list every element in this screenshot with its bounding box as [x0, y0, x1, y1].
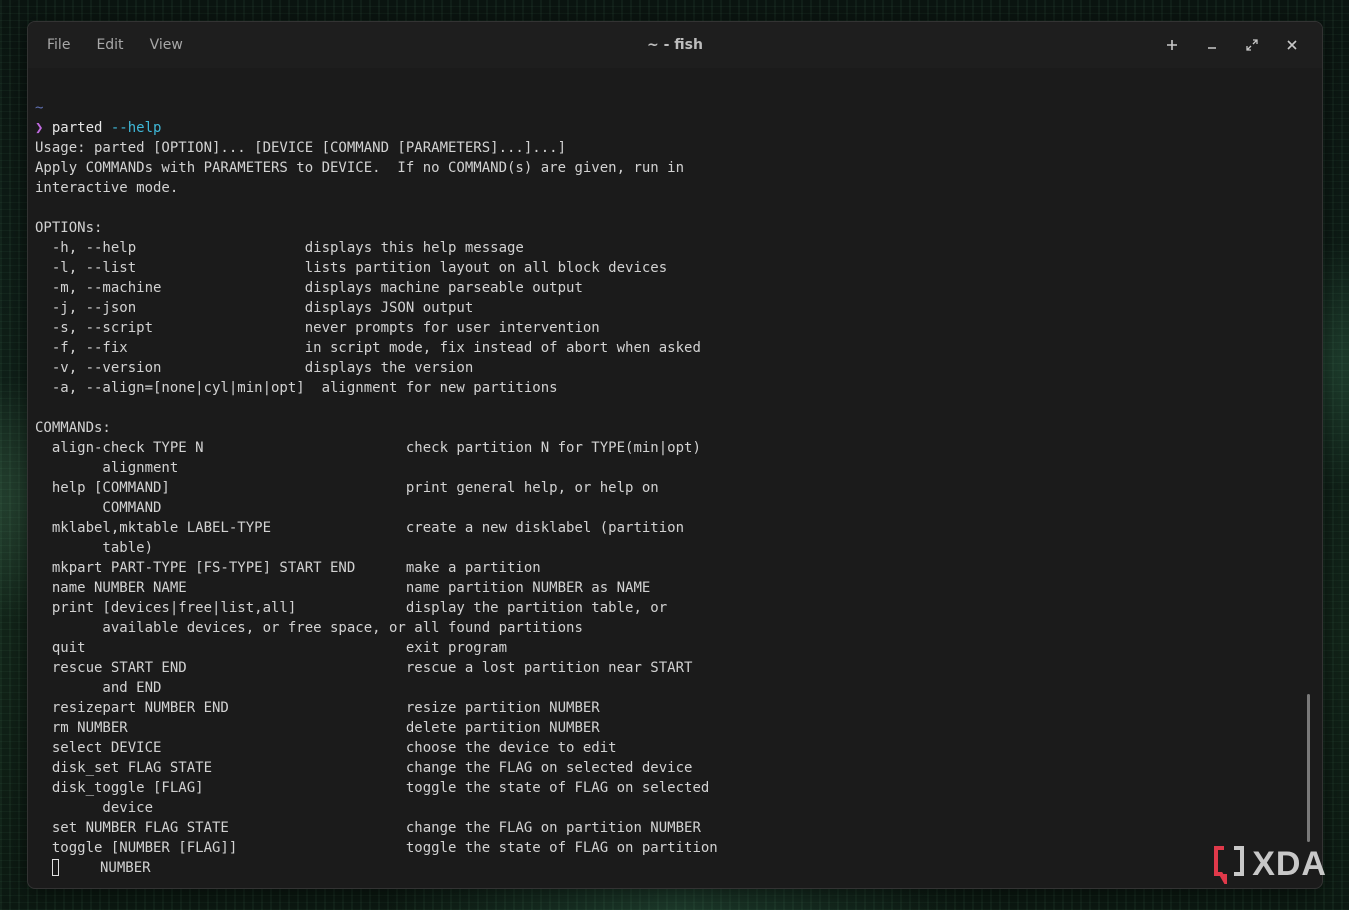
- window-title: ~ - fish: [647, 37, 703, 53]
- expand-icon: [1246, 39, 1258, 51]
- output-line: set NUMBER FLAG STATE change the FLAG on…: [35, 820, 701, 836]
- output-line: interactive mode.: [35, 180, 179, 196]
- output-line: mkpart PART-TYPE [FS-TYPE] START END mak…: [35, 560, 541, 576]
- xda-bracket-icon: [1214, 846, 1245, 884]
- menu-view[interactable]: View: [141, 37, 192, 53]
- output-line: OPTIONs:: [35, 220, 103, 236]
- new-tab-button[interactable]: [1152, 29, 1192, 61]
- output-line: alignment: [35, 460, 179, 476]
- output-line: mklabel,mktable LABEL-TYPE create a new …: [35, 520, 685, 536]
- output-line: quit exit program: [35, 640, 508, 656]
- output-line: -a, --align=[none|cyl|min|opt] alignment…: [35, 380, 558, 396]
- output-line: resizepart NUMBER END resize partition N…: [35, 700, 600, 716]
- output-line: -j, --json displays JSON output: [35, 300, 474, 316]
- output-line: Apply COMMANDs with PARAMETERS to DEVICE…: [35, 160, 685, 176]
- prompt-line: ❯ parted --help: [35, 118, 1302, 138]
- menu-bar: File Edit View: [38, 22, 200, 68]
- output-line: disk_toggle [FLAG] toggle the state of F…: [35, 780, 710, 796]
- cwd-line: ~: [35, 100, 44, 116]
- output-line: COMMAND: [35, 500, 162, 516]
- menu-file[interactable]: File: [38, 37, 79, 53]
- xda-logo: XDA: [1212, 844, 1327, 884]
- output-line: -l, --list lists partition layout on all…: [35, 260, 668, 276]
- output-line: table): [35, 540, 154, 556]
- xda-wordmark: XDA: [1252, 844, 1327, 883]
- output-line: help [COMMAND] print general help, or he…: [35, 480, 659, 496]
- output-line: COMMANDs:: [35, 420, 111, 436]
- output-line: select DEVICE choose the device to edit: [35, 740, 617, 756]
- output-line: rescue START END rescue a lost partition…: [35, 660, 693, 676]
- maximize-button[interactable]: [1232, 29, 1272, 61]
- output-line: -f, --fix in script mode, fix instead of…: [35, 340, 701, 356]
- output-line: toggle [NUMBER [FLAG]] toggle the state …: [35, 840, 718, 856]
- output-line: name NUMBER NAME name partition NUMBER a…: [35, 580, 651, 596]
- command-name: parted: [51, 120, 103, 136]
- menu-edit[interactable]: Edit: [87, 37, 132, 53]
- terminal-window: File Edit View ~ - fish ~ ❯ parted --hel…: [27, 21, 1323, 889]
- title-bar: File Edit View ~ - fish: [28, 22, 1322, 68]
- minimize-button[interactable]: [1192, 29, 1232, 61]
- output-line: and END: [35, 680, 162, 696]
- close-icon: [1287, 40, 1297, 50]
- command-argument: --help: [102, 120, 162, 136]
- plus-icon: [1167, 40, 1177, 50]
- output-line: available devices, or free space, or all…: [35, 620, 583, 636]
- output-line: rm NUMBER delete partition NUMBER: [35, 720, 600, 736]
- scrollbar[interactable]: [1307, 694, 1310, 842]
- cursor-line: NUMBER: [35, 858, 1302, 878]
- output-line: print [devices|free|list,all] display th…: [35, 600, 668, 616]
- output-line: -s, --script never prompts for user inte…: [35, 320, 600, 336]
- output-line: NUMBER: [100, 860, 151, 876]
- output-line: Usage: parted [OPTION]... [DEVICE [COMMA…: [35, 140, 567, 156]
- close-button[interactable]: [1272, 29, 1312, 61]
- command-output: Usage: parted [OPTION]... [DEVICE [COMMA…: [35, 138, 1302, 858]
- output-line: -v, --version displays the version: [35, 360, 474, 376]
- terminal-output[interactable]: ~ ❯ parted --help Usage: parted [OPTION]…: [35, 98, 1302, 888]
- output-line: -h, --help displays this help message: [35, 240, 524, 256]
- window-controls: [1152, 22, 1312, 68]
- output-line: align-check TYPE N check partition N for…: [35, 440, 701, 456]
- text-cursor: [52, 859, 59, 876]
- prompt-symbol: ❯: [35, 120, 44, 136]
- output-line: -m, --machine displays machine parseable…: [35, 280, 583, 296]
- output-line: disk_set FLAG STATE change the FLAG on s…: [35, 760, 693, 776]
- output-line: device: [35, 800, 154, 816]
- minimize-icon: [1208, 47, 1216, 49]
